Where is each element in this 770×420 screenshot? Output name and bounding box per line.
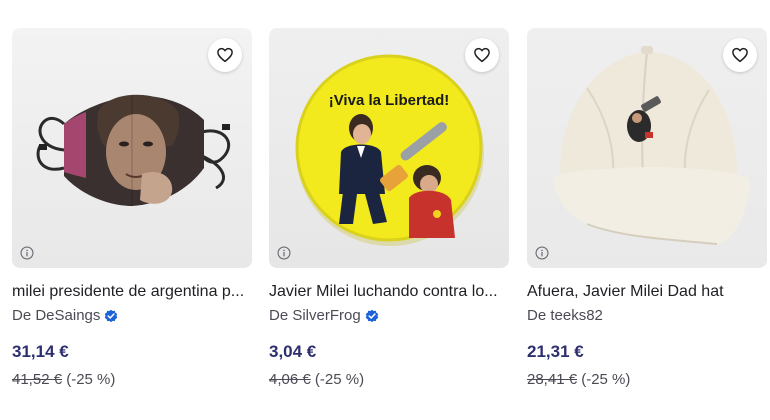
product-card[interactable]: Afuera, Javier Milei Dad hat De teeks82 … [527,28,767,408]
product-card[interactable]: milei presidente de argentina p... De De… [12,28,252,408]
info-icon[interactable] [20,246,34,260]
discount-row: 28,41 € (-25 %) [527,370,630,390]
seller-label[interactable]: De SilverFrog [269,306,361,326]
seller-name[interactable]: De DeSaings [12,306,118,326]
product-card[interactable]: ¡Viva la Libertad! Javier Milei luchando… [269,28,509,408]
product-title[interactable]: Afuera, Javier Milei Dad hat [527,282,767,302]
product-price: 31,14 € [12,342,69,361]
discount-row: 4,06 € (-25 %) [269,370,364,390]
info-icon[interactable] [277,246,291,260]
discount-percent: (-25 %) [314,371,365,388]
product-title[interactable]: Javier Milei luchando contra lo... [269,282,509,302]
discount-percent: (-25 %) [66,371,116,388]
seller-name[interactable]: De SilverFrog [269,306,379,326]
verified-badge-icon [365,309,378,323]
original-price: 41,52 € [12,371,63,388]
pin-caption: ¡Viva la Libertad! [329,92,450,109]
product-image[interactable]: ¡Viva la Libertad! [269,28,509,268]
original-price: 4,06 € [269,371,311,388]
info-icon[interactable] [535,246,549,260]
original-price: 28,41 € [527,371,578,388]
seller-name[interactable]: De teeks82 [527,306,603,326]
verified-badge-icon [105,309,118,323]
product-price: 3,04 € [269,342,317,361]
discount-percent: (-25 %) [581,371,631,388]
heart-icon [732,47,748,63]
product-grid: milei presidente de argentina p... De De… [0,0,770,420]
heart-icon [217,47,233,63]
discount-row: 41,52 € (-25 %) [12,370,115,390]
product-price: 21,31 € [527,342,584,361]
product-image[interactable] [527,28,767,268]
product-image[interactable] [12,28,252,268]
favorite-button[interactable] [723,38,757,72]
favorite-button[interactable] [208,38,242,72]
heart-icon [474,47,490,63]
product-title[interactable]: milei presidente de argentina p... [12,282,252,302]
seller-label[interactable]: De teeks82 [527,306,603,326]
favorite-button[interactable] [465,38,499,72]
seller-label[interactable]: De DeSaings [12,306,100,326]
